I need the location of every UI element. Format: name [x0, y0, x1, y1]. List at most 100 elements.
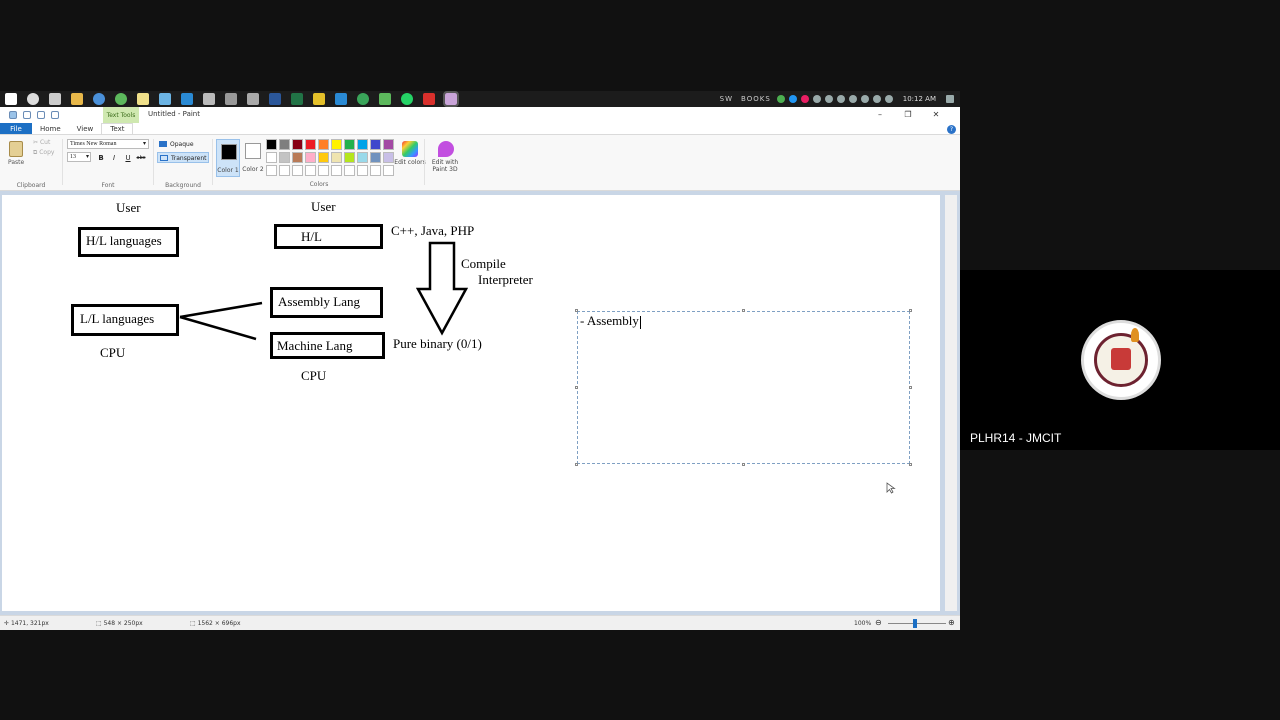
app-icon[interactable]: [379, 93, 391, 105]
search-icon[interactable]: [27, 93, 39, 105]
redo-icon[interactable]: [51, 111, 59, 119]
chrome-icon[interactable]: [93, 93, 105, 105]
vertical-scrollbar[interactable]: [945, 195, 957, 611]
resize-handle[interactable]: [909, 463, 912, 466]
color-swatch[interactable]: [331, 165, 342, 176]
tray-icon[interactable]: [788, 95, 797, 103]
color-swatch[interactable]: [344, 139, 355, 150]
tab-view[interactable]: View: [69, 123, 102, 134]
paste-button[interactable]: Paste: [8, 159, 24, 166]
zoom-in-button[interactable]: ⊕: [948, 618, 955, 627]
paint-icon[interactable]: [443, 91, 459, 107]
color-swatch[interactable]: [292, 152, 303, 163]
undo-icon[interactable]: [37, 111, 45, 119]
tray-icon[interactable]: [776, 95, 785, 103]
zoom-slider[interactable]: [888, 623, 946, 624]
transparent-option[interactable]: Transparent: [157, 152, 209, 163]
tab-text[interactable]: Text: [101, 123, 134, 134]
word-icon[interactable]: [269, 93, 281, 105]
resize-handle[interactable]: [742, 309, 745, 312]
resize-handle[interactable]: [575, 309, 578, 312]
resize-handle[interactable]: [909, 309, 912, 312]
font-family-select[interactable]: Times New Roman ▾: [67, 139, 149, 149]
color-swatch[interactable]: [266, 152, 277, 163]
resize-handle[interactable]: [575, 463, 578, 466]
copy-button[interactable]: ⧉ Copy: [33, 149, 54, 157]
edit-colors-button[interactable]: Edit colors: [392, 139, 428, 183]
notification-icon[interactable]: [946, 95, 954, 103]
color-swatch[interactable]: [357, 165, 368, 176]
color1-button[interactable]: Color 1: [216, 139, 240, 177]
color-swatch[interactable]: [266, 165, 277, 176]
tray-icon[interactable]: [836, 95, 845, 103]
cut-button[interactable]: ✂ Cut: [33, 139, 50, 146]
text-box-content[interactable]: - Assembly: [580, 313, 641, 329]
close-button[interactable]: ✕: [922, 109, 950, 121]
app-icon[interactable]: [335, 93, 347, 105]
color-swatch[interactable]: [318, 139, 329, 150]
taskbar-clock[interactable]: 10:12 AM: [903, 95, 936, 103]
tray-icon[interactable]: [800, 95, 809, 103]
whatsapp-icon[interactable]: [401, 93, 413, 105]
resize-handle[interactable]: [575, 386, 578, 389]
underline-button[interactable]: U: [123, 153, 133, 163]
wifi-icon[interactable]: [872, 95, 881, 103]
paste-icon[interactable]: [9, 141, 23, 157]
excel-icon[interactable]: [291, 93, 303, 105]
font-size-select[interactable]: 13 ▾: [67, 152, 91, 162]
tray-icon[interactable]: [812, 95, 821, 103]
notes-icon[interactable]: [137, 93, 149, 105]
volume-icon[interactable]: [884, 95, 893, 103]
minimize-button[interactable]: –: [866, 109, 894, 121]
resize-handle[interactable]: [909, 386, 912, 389]
app-icon[interactable]: [313, 93, 325, 105]
color-swatch[interactable]: [305, 165, 316, 176]
color-swatch[interactable]: [279, 165, 290, 176]
active-text-box[interactable]: - Assembly: [575, 309, 912, 466]
zoom-out-button[interactable]: ⊖: [875, 618, 882, 627]
color-swatch[interactable]: [292, 139, 303, 150]
save-icon[interactable]: [23, 111, 31, 119]
tab-file[interactable]: File: [0, 123, 32, 134]
edit-with-paint3d-button[interactable]: Edit with Paint 3D: [428, 139, 462, 183]
italic-button[interactable]: I: [109, 153, 119, 163]
color-swatch[interactable]: [357, 139, 368, 150]
tray-icon[interactable]: [848, 95, 857, 103]
microphone-icon[interactable]: [824, 95, 833, 103]
strikethrough-button[interactable]: abc: [136, 153, 146, 163]
help-icon[interactable]: ?: [947, 125, 956, 134]
color-swatch[interactable]: [357, 152, 368, 163]
resize-handle[interactable]: [742, 463, 745, 466]
color-swatch[interactable]: [292, 165, 303, 176]
color-swatch[interactable]: [305, 139, 316, 150]
color-swatch[interactable]: [331, 152, 342, 163]
color2-button[interactable]: Color 2: [241, 139, 265, 177]
opaque-option[interactable]: Opaque: [157, 139, 209, 150]
file-explorer-icon[interactable]: [71, 93, 83, 105]
maximize-button[interactable]: ❐: [894, 109, 922, 121]
color-swatch[interactable]: [318, 152, 329, 163]
color-swatch[interactable]: [266, 139, 277, 150]
color-swatch[interactable]: [370, 165, 381, 176]
chrome-icon[interactable]: [115, 93, 127, 105]
start-icon[interactable]: [5, 93, 17, 105]
vscode-icon[interactable]: [181, 93, 193, 105]
app-icon[interactable]: [247, 93, 259, 105]
edge-icon[interactable]: [357, 93, 369, 105]
color-swatch[interactable]: [279, 152, 290, 163]
tab-home[interactable]: Home: [32, 123, 69, 134]
app-icon[interactable]: [225, 93, 237, 105]
bold-button[interactable]: B: [96, 153, 106, 163]
acrobat-icon[interactable]: [423, 93, 435, 105]
zoom-slider-thumb[interactable]: [913, 619, 917, 628]
task-view-icon[interactable]: [49, 93, 61, 105]
color-swatch[interactable]: [344, 152, 355, 163]
drawing-canvas[interactable]: User H/L languages L/L languages CPU Use…: [2, 195, 940, 611]
color-swatch[interactable]: [318, 165, 329, 176]
color-swatch[interactable]: [331, 139, 342, 150]
color-swatch[interactable]: [370, 139, 381, 150]
color-swatch[interactable]: [305, 152, 316, 163]
color-swatch[interactable]: [370, 152, 381, 163]
snipping-icon[interactable]: [203, 93, 215, 105]
battery-icon[interactable]: [860, 95, 869, 103]
